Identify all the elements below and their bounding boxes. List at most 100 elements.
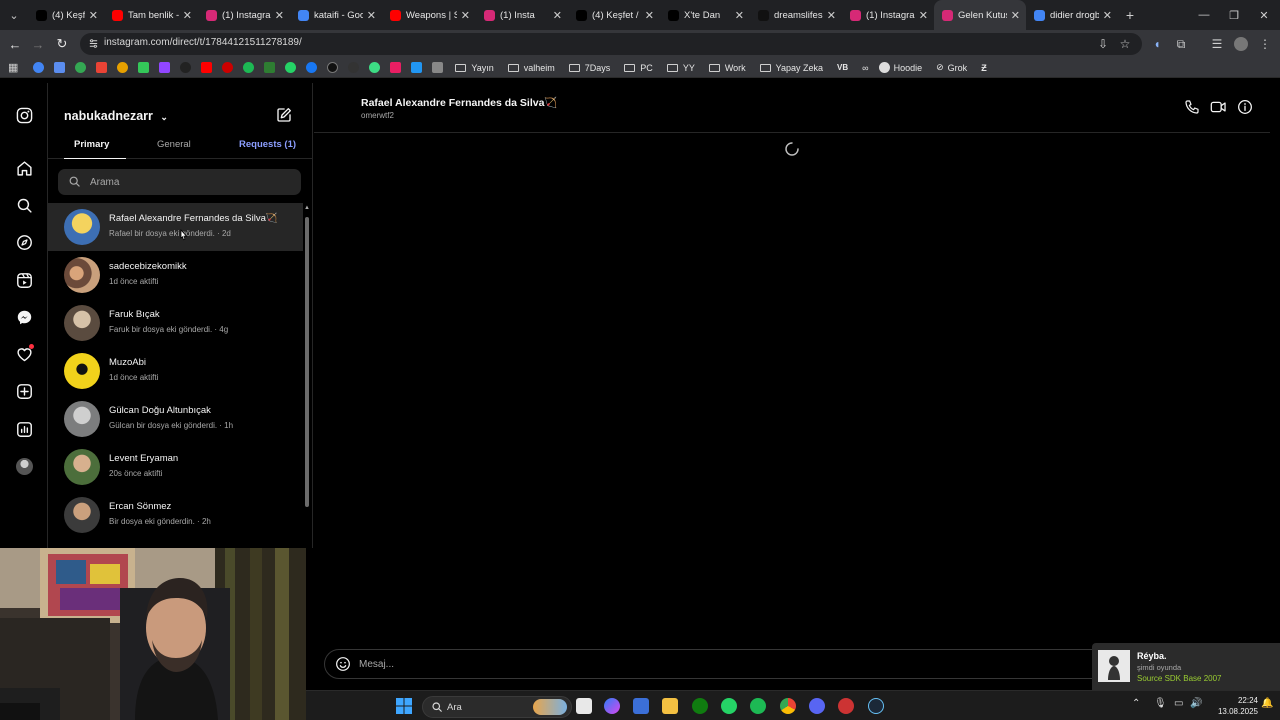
bookmark-app-icon[interactable] (369, 62, 381, 73)
close-tab-icon[interactable]: ✕ (275, 9, 284, 22)
store-icon[interactable] (633, 698, 649, 714)
google-icon[interactable] (33, 62, 45, 73)
reload-icon[interactable]: ↻ (52, 34, 72, 54)
copilot-icon[interactable] (604, 698, 620, 714)
bookmark-folder[interactable]: Work (708, 63, 746, 73)
bookmark-app-icon[interactable] (117, 62, 129, 73)
file-explorer-icon[interactable] (662, 698, 678, 714)
scroll-up-icon[interactable]: ▲ (304, 205, 310, 211)
conversation-item[interactable]: sadecebizekomikk 1d önce aktifti (48, 251, 303, 299)
conversation-info-icon[interactable] (1237, 99, 1255, 117)
extensions-icon[interactable]: ⧉ (1172, 35, 1190, 53)
bookmark-app-icon[interactable] (264, 62, 276, 73)
create-icon[interactable] (14, 381, 34, 401)
discord-icon[interactable] (809, 698, 825, 714)
bookmark-app-icon[interactable] (411, 62, 423, 73)
spotify-icon[interactable] (243, 62, 255, 73)
task-view-icon[interactable] (576, 698, 592, 714)
browser-tab[interactable]: (1) Insta ✕ (476, 0, 568, 30)
bookmark-grok[interactable]: ⊘ Grok (936, 62, 967, 73)
bookmark-folder[interactable]: 7Days (568, 63, 610, 73)
site-info-icon[interactable] (88, 38, 99, 49)
account-switcher[interactable]: nabukadnezarr ⌄ (64, 109, 168, 123)
clock-time[interactable]: 22:24 (1218, 696, 1258, 705)
conversation-item[interactable]: Ercan Sönmez Bir dosya eki gönderdin. · 2… (48, 491, 303, 539)
close-tab-icon[interactable]: ✕ (367, 9, 376, 22)
steam-icon[interactable] (868, 698, 884, 714)
tab-primary[interactable]: Primary (74, 139, 109, 150)
bookmark-app-icon[interactable] (222, 62, 234, 73)
apps-grid-icon[interactable]: ▦ (8, 61, 18, 74)
sidepanel-icon[interactable]: ☰ (1208, 35, 1226, 53)
bookmark-vb[interactable]: VB (837, 63, 848, 72)
browser-tab[interactable]: dreamslifesn ✕ (750, 0, 842, 30)
taskbar-app-icon[interactable] (838, 698, 854, 714)
close-tab-icon[interactable]: ✕ (461, 9, 470, 22)
tab-general[interactable]: General (157, 139, 191, 150)
maps-icon[interactable] (75, 62, 87, 73)
close-window-icon[interactable]: ✕ (1248, 0, 1280, 30)
explore-icon[interactable] (14, 232, 34, 252)
whatsapp-icon[interactable] (285, 62, 297, 73)
tab-search-icon[interactable]: ⌄ (0, 0, 28, 30)
whatsapp-icon[interactable] (721, 698, 737, 714)
bookmark-folder[interactable]: Yayın (455, 63, 494, 73)
conversation-item[interactable]: Faruk Bıçak Faruk bir dosya eki gönderdi.… (48, 299, 303, 347)
browser-tab[interactable]: (1) Instagram ✕ (842, 0, 934, 30)
chrome-icon[interactable] (780, 698, 796, 714)
close-tab-icon[interactable]: ✕ (183, 9, 192, 22)
close-tab-icon[interactable]: ✕ (645, 9, 654, 22)
close-tab-icon[interactable]: ✕ (919, 9, 928, 22)
tray-chevron-icon[interactable]: ⌃ (1132, 698, 1148, 714)
close-tab-icon[interactable]: ✕ (1103, 9, 1112, 22)
emoji-icon[interactable] (335, 656, 351, 672)
profile-avatar[interactable] (1232, 35, 1250, 53)
chat-contact-handle[interactable]: omerwtf2 (361, 111, 394, 120)
bookmark-z-icon[interactable]: Ƶ (981, 63, 987, 73)
bookmark-app-icon[interactable] (390, 62, 402, 73)
close-tab-icon[interactable]: ✕ (1011, 9, 1020, 22)
phone-call-icon[interactable] (1184, 99, 1202, 117)
x-icon[interactable] (327, 62, 339, 73)
bookmark-app-icon[interactable] (432, 62, 444, 73)
tiktok-icon[interactable] (180, 62, 192, 73)
browser-tab[interactable]: kataifi - Goo ✕ (290, 0, 382, 30)
windows-start-icon[interactable] (396, 698, 412, 714)
conversation-item[interactable]: Levent Eryaman 20s önce aktifti (48, 443, 303, 491)
conversation-item[interactable]: MuzoAbi 1d önce aktifti (48, 347, 303, 395)
network-icon[interactable]: ▭ (1174, 698, 1190, 714)
bookmark-folder[interactable]: YY (666, 63, 695, 73)
kick-icon[interactable] (138, 62, 150, 73)
install-app-icon[interactable]: ⇩ (1094, 35, 1112, 53)
notifications-heart-icon[interactable] (14, 344, 34, 364)
chat-scrollbar[interactable]: ▼ (1270, 135, 1276, 683)
browser-tab[interactable]: Tam benlik - ✕ (104, 0, 198, 30)
browser-tab[interactable]: (1) Instagram ✕ (198, 0, 290, 30)
conversation-item[interactable]: Gülcan Doğu Altunbıçak Gülcan bir dosya e… (48, 395, 303, 443)
browser-tab[interactable]: (4) Keşfet / X ✕ (28, 0, 104, 30)
browser-tab[interactable]: (4) Keşfet / X ✕ (568, 0, 660, 30)
bookmark-hoodie[interactable]: Hoodie (878, 62, 922, 73)
bookmark-star-icon[interactable]: ☆ (1116, 35, 1134, 53)
address-bar[interactable]: instagram.com/direct/t/17844121511278189… (80, 33, 1142, 55)
forward-icon[interactable]: → (28, 34, 48, 54)
bookmark-folder[interactable]: Yapay Zeka (759, 63, 823, 73)
conversation-item[interactable]: Rafael Alexandre Fernandes da Silva🏹 Rafa… (48, 203, 303, 251)
steam-game-notification[interactable]: Réyba. şimdi oyunda Source SDK Base 2007 (1092, 643, 1280, 690)
facebook-icon[interactable] (306, 62, 318, 73)
volume-icon[interactable]: 🔊 (1190, 698, 1206, 714)
messenger-icon[interactable] (14, 307, 34, 327)
twitch-icon[interactable] (159, 62, 171, 73)
video-call-icon[interactable] (1210, 99, 1228, 117)
tab-requests[interactable]: Requests (1) (239, 139, 296, 150)
bookmark-link-icon[interactable]: ∞ (862, 63, 868, 73)
profile-avatar[interactable] (14, 456, 34, 476)
inbox-scrollbar[interactable]: ▲ (304, 205, 310, 548)
home-icon[interactable] (14, 158, 34, 178)
maximize-icon[interactable]: ❐ (1218, 0, 1250, 30)
minimize-icon[interactable]: — (1188, 0, 1220, 30)
browser-tab[interactable]: didier drogb ✕ (1026, 0, 1118, 30)
bookmark-folder[interactable]: PC (624, 63, 653, 73)
youtube-icon[interactable] (201, 62, 213, 73)
instagram-logo-icon[interactable] (14, 105, 34, 125)
